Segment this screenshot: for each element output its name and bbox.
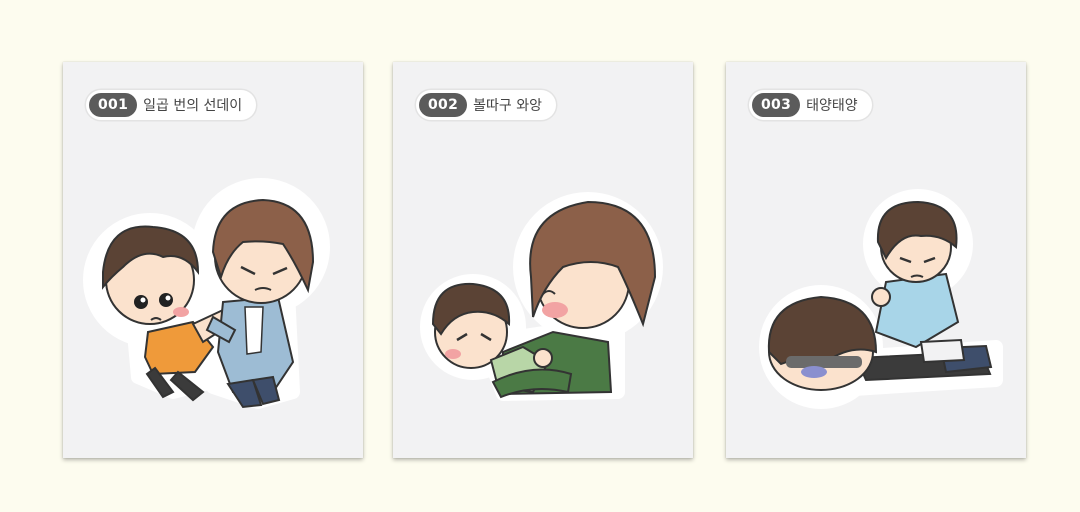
sticker-illustration-002 <box>420 192 663 401</box>
sticker-tag: 003 태양태양 <box>749 90 872 120</box>
sticker-illustration-001 <box>83 178 330 409</box>
sticker-card-001[interactable]: 001 일곱 번의 선데이 <box>63 62 363 458</box>
sticker-tag: 002 볼따구 와앙 <box>416 90 556 120</box>
sticker-number: 002 <box>419 93 468 117</box>
sticker-card-003[interactable]: 003 태양태양 <box>726 62 1026 458</box>
sticker-title: 볼따구 와앙 <box>473 98 542 114</box>
sticker-number: 001 <box>89 93 138 117</box>
sticker-title: 태양태양 <box>806 98 858 114</box>
sticker-tag: 001 일곱 번의 선데이 <box>86 90 257 120</box>
sticker-card-002[interactable]: 002 볼따구 와앙 <box>393 62 693 458</box>
sticker-title: 일곱 번의 선데이 <box>143 98 243 114</box>
sticker-number: 003 <box>752 93 801 117</box>
sticker-illustration-003 <box>759 189 1003 409</box>
